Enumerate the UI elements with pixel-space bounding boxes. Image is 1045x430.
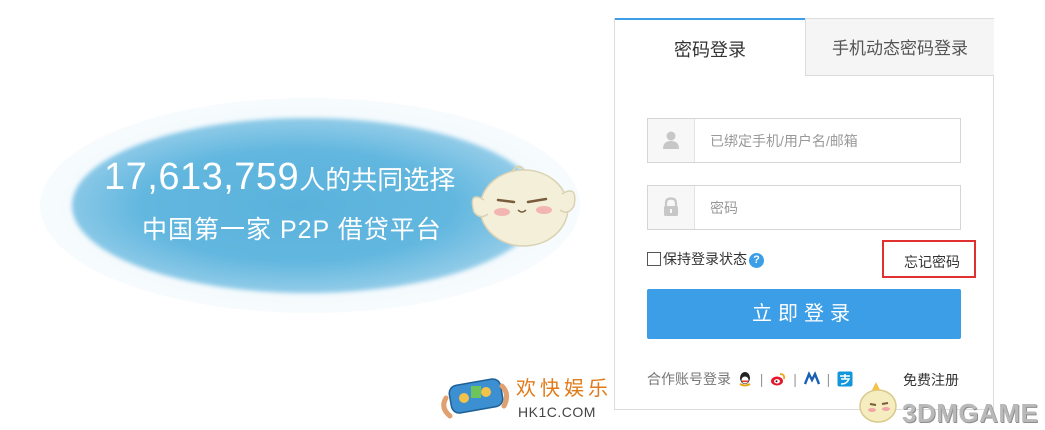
renren-icon[interactable] (803, 371, 820, 387)
password-input[interactable] (695, 186, 957, 229)
promo-count: 17,613,759 (104, 156, 300, 198)
coop-login: 合作账号登录 | | | (647, 370, 855, 388)
remember-checkbox[interactable] (647, 252, 661, 266)
alipay-icon[interactable] (837, 371, 853, 387)
remember-label: 保持登录状态 (663, 251, 747, 267)
username-field (647, 118, 961, 163)
forgot-password-link[interactable]: 忘记密码 (904, 252, 960, 272)
divider: | (759, 371, 764, 387)
weibo-icon[interactable] (770, 371, 786, 387)
username-input[interactable] (695, 119, 957, 162)
help-icon[interactable]: ? (749, 253, 764, 268)
username-icon-box (648, 119, 695, 162)
lock-icon (664, 197, 678, 216)
hk1c-title: 欢快娱乐 (516, 378, 612, 400)
password-field (647, 185, 961, 230)
qq-icon[interactable] (737, 371, 753, 387)
promo-count-suffix: 人的共同选择 (299, 165, 456, 195)
mascot-icon (471, 165, 576, 247)
login-panel: 密码登录 手机动态密码登录 保持登录状态? 忘记密码 立即登录 合作账号登录 (614, 18, 994, 410)
user-icon (663, 131, 679, 149)
3dmgame-brand: 3DMGAME (902, 398, 1039, 428)
divider: | (826, 371, 831, 387)
login-tabs: 密码登录 手机动态密码登录 (615, 18, 995, 77)
divider: | (793, 371, 797, 387)
tab-sms-login[interactable]: 手机动态密码登录 (805, 18, 994, 76)
hk1c-url: HK1C.COM (518, 404, 596, 420)
promo-banner: 17,613,759人的共同选择 中国第一家 P2P 借贷平台 (0, 0, 600, 430)
remember-me: 保持登录状态? (647, 250, 764, 268)
login-button[interactable]: 立即登录 (647, 289, 961, 339)
coop-label: 合作账号登录 (647, 371, 731, 387)
promo-headline: 17,613,759人的共同选择 (104, 158, 484, 196)
password-icon-box (648, 186, 695, 229)
promo-tagline: 中国第一家 P2P 借贷平台 (142, 216, 442, 244)
tab-password-login[interactable]: 密码登录 (615, 18, 805, 76)
